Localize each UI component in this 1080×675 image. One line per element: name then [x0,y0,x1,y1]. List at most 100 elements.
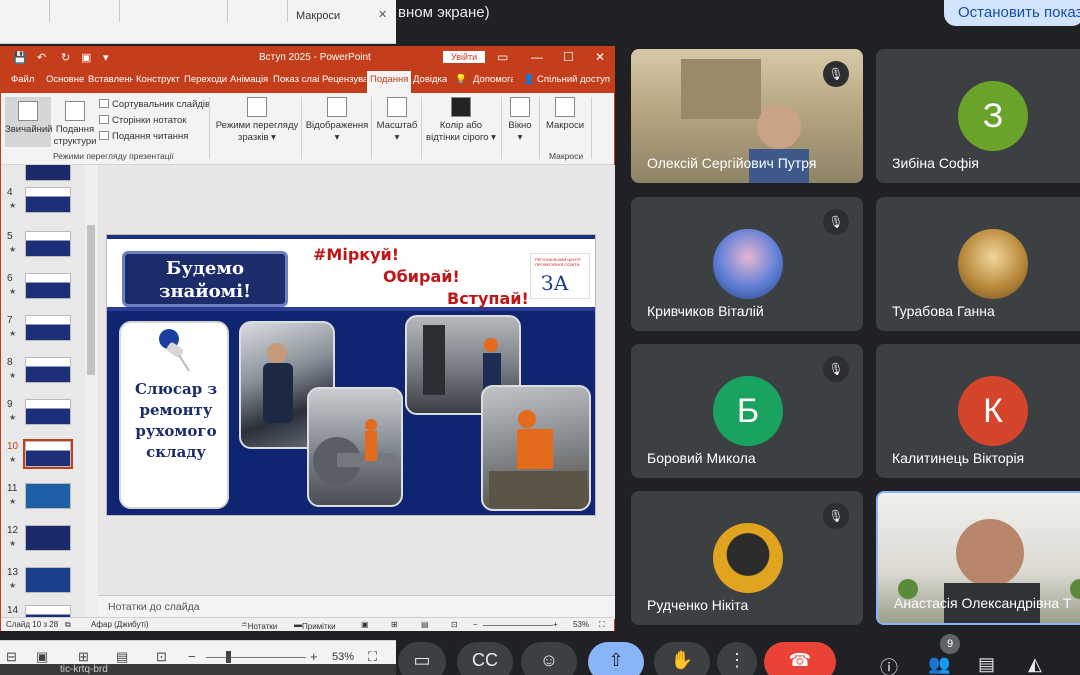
chat-icon[interactable]: ▤ [978,654,995,675]
share-button[interactable]: Спільний доступ [537,74,610,85]
captions-button[interactable]: CC [457,642,513,675]
participant-tile-7[interactable]: 🎙 Рудченко Нікіта [631,491,863,625]
thumbnail-8[interactable]: 8 ★ [1,357,85,387]
sign-in-button[interactable]: Увійти [443,51,486,63]
spellcheck-icon[interactable]: ⧉ [65,620,71,630]
meeting-info-icon[interactable]: ⓘ [880,654,898,675]
more-options-button[interactable]: ⋮ [717,642,757,675]
undo-icon[interactable]: ↶ [37,51,46,64]
tab-review[interactable]: Рецензування [322,74,366,85]
window-button[interactable]: Вікно ▾ [505,97,535,144]
tab-slideshow[interactable]: Показ слайдів [273,74,319,85]
slideshow-icon[interactable]: ⊡ [451,620,458,629]
slide-sorter-button[interactable]: Сортувальник слайдів [99,99,210,110]
participant-tile-2[interactable]: З Зибіна Софія [876,49,1080,183]
save-icon[interactable]: 💾 [13,51,27,64]
leave-call-button[interactable]: ☎ [764,642,836,675]
more-vert-icon: ⋮ [728,650,746,670]
zoom-button[interactable]: Масштаб ▾ [375,97,419,144]
macros-button[interactable]: Макроси [543,97,587,132]
zoom-slider[interactable] [483,625,553,626]
notes-toggle[interactable]: ≐ Нотатки [241,620,277,631]
thumbnail-10[interactable]: 10 ★ [1,439,85,471]
thumbnail-image [25,187,71,213]
thumbnail-7[interactable]: 7 ★ [1,315,85,345]
thumbnails-scrollbar[interactable] [85,165,97,619]
lightbulb-icon[interactable]: 💡 [455,74,467,85]
tab-insert[interactable]: Вставлення [88,74,133,85]
participant-tile-5[interactable]: Б 🎙 Боровий Микола [631,344,863,478]
color-grayscale-button[interactable]: Колір або відтінки сірого ▾ [425,97,497,144]
tab-view[interactable]: Подання [367,71,412,93]
thumbnail-partial[interactable] [1,165,85,185]
zoom-in-icon[interactable]: + [553,620,558,629]
zoom-slider[interactable] [206,657,306,658]
zoom-level[interactable]: 53% [332,651,354,663]
fit-to-window-icon[interactable]: ⛶ [599,620,605,630]
redo-icon[interactable]: ↻ [61,51,70,64]
thumbnail-11[interactable]: 11 ★ [1,483,85,513]
tab-animations[interactable]: Анімація [230,74,268,85]
participant-tile-3[interactable]: 🎙 Кривчиков Віталій [631,197,863,331]
ribbon-display-icon[interactable]: ▭ [497,50,508,64]
normal-view-button[interactable]: Звичайний [5,97,53,147]
camera-button[interactable]: ▭ [398,642,446,675]
present-button[interactable]: ⇧ [588,642,644,675]
thumbnail-9[interactable]: 9 ★ [1,399,85,429]
tab-file[interactable]: Файл [11,74,34,85]
customize-icon[interactable]: ▾ [103,51,109,64]
close-icon[interactable]: ✕ [595,50,605,64]
minimize-icon[interactable]: — [531,50,543,64]
show-button[interactable]: Відображення ▾ [305,97,369,144]
notes-pane[interactable]: Нотатки до слайда [98,595,615,619]
maximize-icon[interactable]: ☐ [563,50,574,64]
thumbnail-6[interactable]: 6 ★ [1,273,85,303]
tab-transitions[interactable]: Переходи [184,74,227,85]
people-icon[interactable]: 👥 [928,654,950,675]
language-label[interactable]: Афар (Джибуті) [91,620,149,629]
slide-sorter-icon[interactable]: ⊞ [391,620,398,629]
notes-icon[interactable]: ⊟ [6,649,17,665]
tab-design[interactable]: Конструктор [136,74,180,85]
scrollbar-handle[interactable] [87,225,95,375]
notes-page-button[interactable]: Сторінки нотаток [99,115,186,126]
participant-tile-4[interactable]: Турабова Ганна [876,197,1080,331]
raise-hand-button[interactable]: ✋ [654,642,710,675]
zoom-level[interactable]: 53% [573,620,589,629]
tab-home[interactable]: Основне [46,74,84,85]
participant-tile-8-speaking[interactable]: Анастасія Олександрівна Т [876,491,1080,625]
stop-sharing-button[interactable]: Остановить показ [944,0,1080,26]
engine-repair-icon [489,410,587,507]
zoom-in-icon[interactable]: + [310,649,318,664]
reading-view-icon[interactable]: ▤ [116,649,128,665]
tab-tell-me[interactable]: Допомога [473,74,513,85]
reading-view-button[interactable]: Подання читання [99,131,188,142]
thumbnail-5[interactable]: 5 ★ [1,231,85,261]
reading-view-icon[interactable]: ▤ [421,620,429,629]
activities-icon[interactable]: ◭ [1028,654,1042,675]
present-icon[interactable]: ▣ [81,51,91,64]
normal-view-icon[interactable]: ▣ [36,649,48,665]
participant-tile-6[interactable]: К Калитинець Вікторія [876,344,1080,478]
slideshow-icon[interactable]: ⊡ [156,649,167,665]
master-views-button[interactable]: Режими перегляду зразків ▾ [215,97,299,144]
participant-tile-1[interactable]: 🎙 Олексій Сергійович Путря [631,49,863,183]
thumbnail-13[interactable]: 13 ★ [1,567,85,597]
outline-view-button[interactable]: Подання структури [53,97,97,147]
normal-view-icon[interactable]: ▣ [361,620,369,629]
current-slide[interactable]: Будемо знайомі! #Міркуй! Обирай! Вступай… [106,234,596,516]
fit-to-window-icon[interactable]: ⛶ [368,649,377,665]
animation-star-icon: ★ [9,539,17,548]
zoom-out-icon[interactable]: − [473,620,478,629]
comments-toggle[interactable]: ▬ Примітки [294,620,336,631]
share-icon[interactable]: 👤 [523,74,535,85]
thumbnail-12[interactable]: 12 ★ [1,525,85,555]
emoji-button[interactable]: ☺ [521,642,577,675]
participant-name: Олексій Сергійович Путря [647,155,817,171]
zoom-slider-thumb[interactable] [226,651,231,663]
thumbnail-4[interactable]: 4 ★ [1,187,85,217]
collapse-ribbon-icon[interactable]: ✕ [378,8,387,21]
zoom-out-icon[interactable]: − [188,649,196,664]
tab-help[interactable]: Довідка [413,74,447,85]
slide-sorter-icon[interactable]: ⊞ [78,649,89,665]
